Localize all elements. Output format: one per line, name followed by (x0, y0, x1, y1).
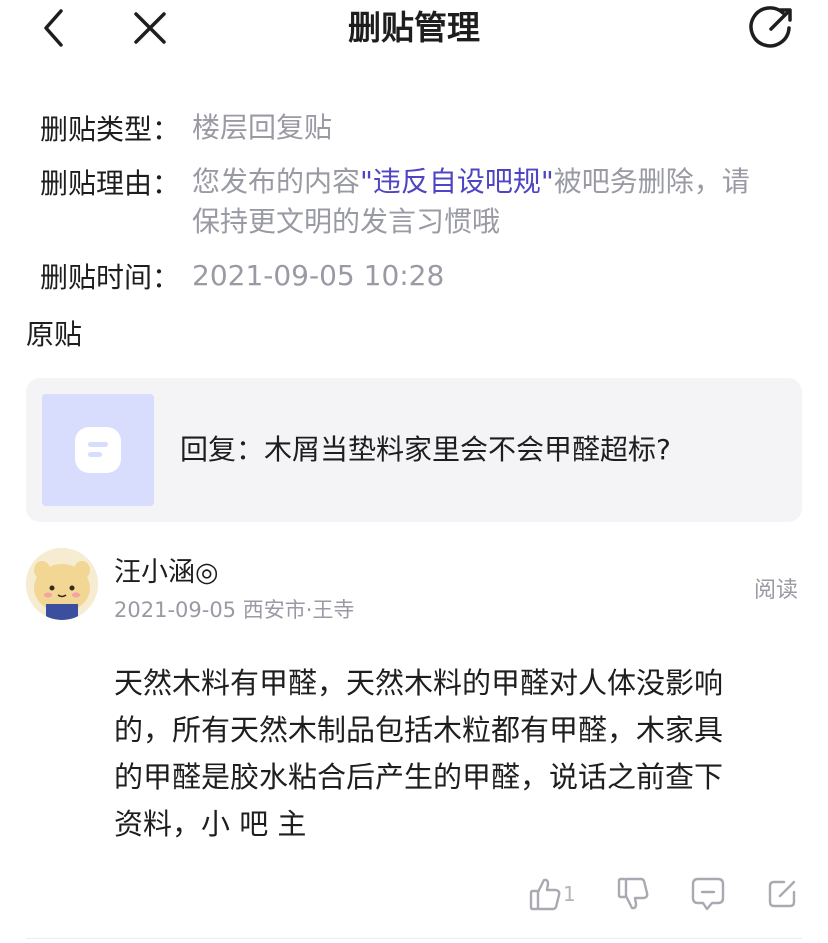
avatar[interactable] (26, 548, 98, 620)
reason-prefix: 您发布的内容 (192, 165, 361, 198)
reason-highlight: "违反自设吧规" (360, 165, 554, 198)
reason-suffix: 被吧务删除，请 (553, 165, 750, 198)
like-button[interactable]: 1 (528, 874, 576, 914)
edit-button[interactable] (766, 874, 798, 914)
reply-button[interactable] (690, 874, 726, 914)
comment-line: 天然木料有甲醛，天然木料的甲醛对人体没影响 (114, 666, 724, 700)
comment-line: 的甲醛是胶水粘合后产生的甲醛，说话之前查下 (114, 760, 724, 794)
thumbs-up-icon (529, 878, 561, 911)
delete-type-label: 删贴类型： (40, 113, 181, 146)
avatar-image (26, 548, 98, 620)
like-count: 1 (563, 882, 576, 906)
dislike-button[interactable] (616, 874, 650, 914)
original-post-title: 原贴 (26, 318, 83, 351)
delete-reason-value: 您发布的内容"违反自设吧规"被吧务删除，请 保持更文明的发言习惯哦 (192, 162, 802, 242)
delete-time-label: 删贴时间： (40, 261, 181, 294)
post-thumbnail (42, 394, 154, 506)
share-icon (749, 6, 792, 48)
share-button[interactable] (748, 6, 796, 50)
read-button[interactable]: 阅读 (754, 572, 798, 604)
edit-icon (768, 880, 796, 908)
comment-line: 的，所有天然木制品包括木粒都有甲醛，木家具 (114, 713, 724, 747)
delete-time-value: 2021-09-05 10:28 (192, 259, 445, 292)
comment-meta: 2021-09-05 西安市·王寺 (114, 598, 355, 622)
delete-reason-label: 删贴理由： (40, 167, 181, 200)
reason-line-2: 保持更文明的发言习惯哦 (192, 205, 501, 238)
page-title: 删贴管理 (348, 8, 480, 47)
comment-username[interactable]: 汪小涵◎ (114, 550, 219, 589)
original-post-card[interactable]: 回复：木屑当垫料家里会不会甲醛超标? (26, 378, 802, 522)
original-post-text: 回复：木屑当垫料家里会不会甲醛超标? (180, 433, 671, 466)
thumbs-down-icon (617, 877, 649, 910)
comment-body: 天然木料有甲醛，天然木料的甲醛对人体没影响 的，所有天然木制品包括木粒都有甲醛，… (114, 660, 794, 848)
divider (26, 938, 802, 939)
comment-icon (691, 877, 725, 911)
delete-type-value: 楼层回复贴 (192, 111, 333, 144)
app-logo-icon (75, 427, 121, 473)
comment-line: 资料，小 吧 主 (114, 807, 307, 841)
